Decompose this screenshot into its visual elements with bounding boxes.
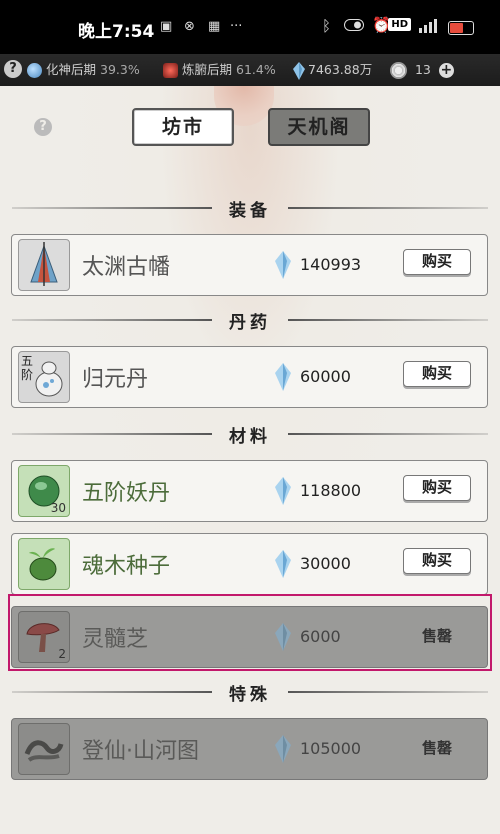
item-price: 105000 <box>300 739 362 758</box>
realm-primary: 化神后期 39.3% <box>27 54 140 86</box>
buy-button[interactable]: 购买 <box>403 475 471 501</box>
demon-core-icon: 30 <box>18 465 70 517</box>
item-count: 30 <box>50 501 66 515</box>
item-grade: 五阶 <box>21 354 34 382</box>
realm-primary-pct: 39.3% <box>100 62 140 77</box>
help-icon[interactable]: ? <box>4 60 22 78</box>
pill-gourd-icon: 五阶 <box>18 351 70 403</box>
realm-primary-name: 化神后期 <box>46 62 97 77</box>
notification-icon: ▣ <box>160 19 173 34</box>
section-title: 装备 <box>229 201 271 221</box>
realm-secondary-pct: 61.4% <box>236 62 276 77</box>
section-title: 材料 <box>229 427 271 447</box>
shop-item-card: 30 五阶妖丹 118800 购买 <box>11 460 488 522</box>
cultivation-orb-icon <box>27 63 42 78</box>
buy-button[interactable]: 购买 <box>403 548 471 574</box>
spirit-stone-icon <box>275 477 291 505</box>
battery-icon <box>448 21 474 35</box>
banner-icon <box>18 239 70 291</box>
token-count: 13 <box>414 62 431 77</box>
item-price: 6000 <box>300 627 341 646</box>
spirit-stone-count: 7463.88万 <box>308 62 373 77</box>
scroll-icon <box>18 723 70 775</box>
resource-bar: ? 化神后期 39.3% 炼腑后期 61.4% 7463.88万 13 + <box>0 54 500 86</box>
item-name: 灵髓芝 <box>82 627 149 652</box>
item-price: 30000 <box>300 554 351 573</box>
system-status-bar: 晚上7:54 ▣ ⊗ ▦ ··· ᛒ ⏰ HD <box>0 0 500 54</box>
section-title: 丹药 <box>229 313 271 333</box>
mushroom-icon: 2 <box>18 611 70 663</box>
spirit-stones: 7463.88万 <box>293 54 372 86</box>
realm-secondary: 炼腑后期 61.4% <box>163 54 276 86</box>
section-equipment: 装备 <box>12 196 488 221</box>
item-price: 118800 <box>300 481 362 500</box>
buy-button[interactable]: 购买 <box>403 361 471 387</box>
clock: 晚上7:54 <box>78 22 155 42</box>
item-name: 魂木种子 <box>82 554 171 579</box>
toggle-icon <box>344 19 364 35</box>
spirit-stone-icon <box>275 550 291 578</box>
section-special: 特殊 <box>12 680 488 705</box>
spirit-stone-icon <box>275 735 291 763</box>
item-price: 140993 <box>300 255 362 274</box>
shop-item-card: 2 灵髓芝 6000 售罄 <box>11 606 488 668</box>
info-icon[interactable]: ? <box>34 118 52 136</box>
sync-icon: ⊗ <box>184 19 195 34</box>
token-counter: 13 + <box>390 54 454 86</box>
spirit-stone-icon <box>275 623 291 651</box>
hd-badge: HD <box>388 18 411 31</box>
item-count: 2 <box>58 647 66 661</box>
sold-out-label: 售罄 <box>421 739 452 757</box>
spirit-stone-icon <box>275 251 291 279</box>
more-icon: ··· <box>230 19 243 34</box>
shop-item-card: 太渊古幡 140993 购买 <box>11 234 488 296</box>
item-price: 60000 <box>300 367 351 386</box>
section-pills: 丹药 <box>12 308 488 333</box>
shop-item-card: 魂木种子 30000 购买 <box>11 533 488 595</box>
swirl-token-icon <box>390 62 407 79</box>
tab-tianji-pavilion[interactable]: 天机阁 <box>268 108 370 146</box>
item-name: 归元丹 <box>82 367 149 392</box>
spirit-stone-icon <box>275 363 291 391</box>
realm-secondary-name: 炼腑后期 <box>182 62 233 77</box>
shop-item-card: 登仙·山河图 105000 售罄 <box>11 718 488 780</box>
item-name: 五阶妖丹 <box>82 481 171 506</box>
buy-button[interactable]: 购买 <box>403 249 471 275</box>
spirit-stone-icon <box>293 61 305 80</box>
market-panel: ? 坊市 天机阁 装备 太渊古幡 140993 购买 丹药 五阶 归元丹 600… <box>0 86 500 834</box>
signal-icon <box>418 19 442 37</box>
seed-icon <box>18 538 70 590</box>
add-token-button[interactable]: + <box>438 63 454 78</box>
bluetooth-icon: ᛒ <box>322 17 332 35</box>
item-name: 太渊古幡 <box>82 255 171 280</box>
sold-out-label: 售罄 <box>421 627 452 645</box>
body-refine-icon <box>163 63 178 78</box>
section-title: 特殊 <box>229 685 271 705</box>
tab-market[interactable]: 坊市 <box>132 108 234 146</box>
shop-item-card: 五阶 归元丹 60000 购买 <box>11 346 488 408</box>
section-materials: 材料 <box>12 422 488 447</box>
apps-icon: ▦ <box>208 19 221 34</box>
item-name: 登仙·山河图 <box>82 739 199 764</box>
